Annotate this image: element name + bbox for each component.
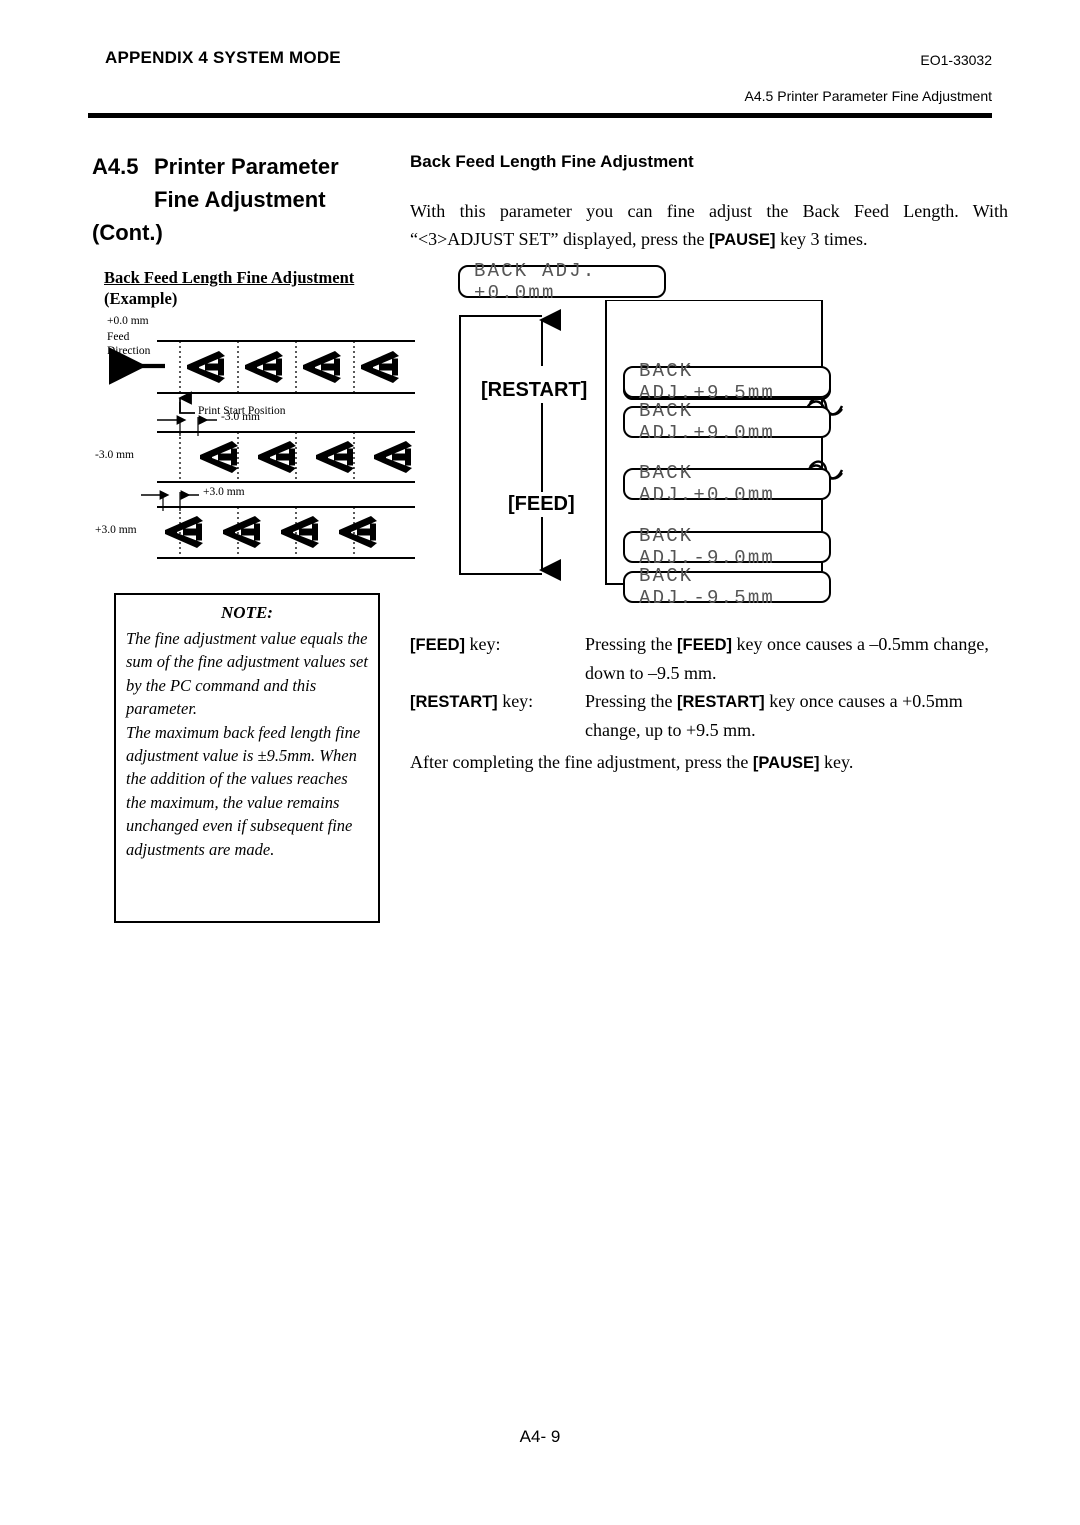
document-page: APPENDIX 4 SYSTEM MODE EO1-33032 A4.5 Pr…	[0, 0, 1080, 1525]
feed-desc-key: [FEED]	[677, 636, 732, 654]
closing-post: key.	[819, 752, 854, 772]
closing-instruction: After completing the fine adjustment, pr…	[410, 748, 1010, 777]
example-title: Back Feed Length Fine Adjustment	[104, 268, 355, 287]
lcd-step-minus-9-5: BACK ADJ.-9.5mm	[623, 565, 831, 609]
page-footer: A4- 9	[519, 1427, 561, 1446]
key-row-restart: [RESTART] key: Pressing the [RESTART] ke…	[410, 687, 1010, 744]
key-row-feed-desc: Pressing the [FEED] key once causes a –0…	[585, 630, 1010, 687]
note-heading: NOTE:	[221, 603, 273, 622]
lcd-current-display: BACK ADJ. +0.0mm	[458, 260, 666, 304]
key-row-restart-desc: Pressing the [RESTART] key once causes a…	[585, 687, 1010, 744]
feed-key-name: [FEED]	[410, 636, 465, 654]
key-row-feed: [FEED] key: Pressing the [FEED] key once…	[410, 630, 1010, 687]
restart-key-name: [RESTART]	[410, 693, 498, 711]
note-paragraph-1: The fine adjustment value equals the sum…	[126, 629, 368, 719]
example-subtitle: (Example)	[104, 289, 178, 308]
diagram-label-feed: Feed	[107, 331, 130, 343]
key-row-feed-name: [FEED] key:	[410, 630, 585, 687]
restart-desc-key: [RESTART]	[677, 693, 765, 711]
example-title-block: Back Feed Length Fine Adjustment (Exampl…	[104, 267, 354, 309]
back-feed-example-diagram: +0.0 mm Feed Direction Print Start Posit…	[95, 310, 425, 580]
pause-key-label: [PAUSE]	[708, 231, 776, 249]
lcd-step-minus-9-0: BACK ADJ.-9.0mm	[623, 525, 831, 569]
lcd-step-plus-0-0: BACK ADJ.+0.0mm	[623, 462, 831, 506]
document-code: EO1-33032	[920, 52, 992, 68]
diagram-label-plus-row: +3.0 mm	[95, 524, 137, 536]
closing-pause-key: [PAUSE]	[752, 754, 820, 772]
restart-key-label: [RESTART]	[478, 378, 591, 403]
section-title-line3: (Cont.)	[92, 220, 163, 245]
note-box: NOTE: The fine adjustment value equals t…	[114, 593, 380, 923]
diagram-label-plus-dim: +3.0 mm	[203, 486, 245, 498]
diagram-label-direction: Direction	[107, 345, 151, 357]
key-description-list: [FEED] key: Pressing the [FEED] key once…	[410, 630, 1010, 744]
section-title: A4.5 Printer Parameter Fine Adjustment (C…	[92, 150, 402, 249]
note-body: The fine adjustment value equals the sum…	[126, 627, 368, 861]
header-section-reference: A4.5 Printer Parameter Fine Adjustment	[744, 88, 992, 104]
lcd-step-plus-9-5: BACK ADJ.+9.5mm	[623, 360, 831, 404]
page-header-title: APPENDIX 4 SYSTEM MODE	[105, 48, 341, 67]
note-paragraph-2: The maximum back feed length fine adjust…	[126, 722, 361, 859]
feed-desc-pre: Pressing the	[585, 634, 677, 654]
lcd-step-plus-9-0: BACK ADJ.+9.0mm	[623, 400, 831, 444]
intro-text-2: key 3 times.	[775, 229, 868, 249]
section-title-line1: Printer Parameter	[154, 154, 339, 179]
restart-key-suffix: key:	[497, 691, 534, 711]
diagram-label-minus-dim: -3.0 mm	[221, 411, 260, 423]
header-rule	[88, 113, 992, 118]
restart-desc-pre: Pressing the	[585, 691, 677, 711]
diagram-label-minus-row: -3.0 mm	[95, 449, 134, 461]
feed-key-suffix: key:	[465, 634, 501, 654]
closing-pre: After completing the fine adjustment, pr…	[410, 752, 753, 772]
section-number: A4.5	[92, 154, 139, 179]
diagram-label-zero: +0.0 mm	[107, 315, 149, 327]
right-column-heading: Back Feed Length Fine Adjustment	[410, 152, 694, 171]
key-row-restart-name: [RESTART] key:	[410, 687, 585, 744]
feed-key-label: [FEED]	[505, 492, 578, 517]
section-title-line2: Fine Adjustment	[154, 187, 326, 212]
intro-paragraph: With this parameter you can fine adjust …	[410, 197, 1008, 254]
